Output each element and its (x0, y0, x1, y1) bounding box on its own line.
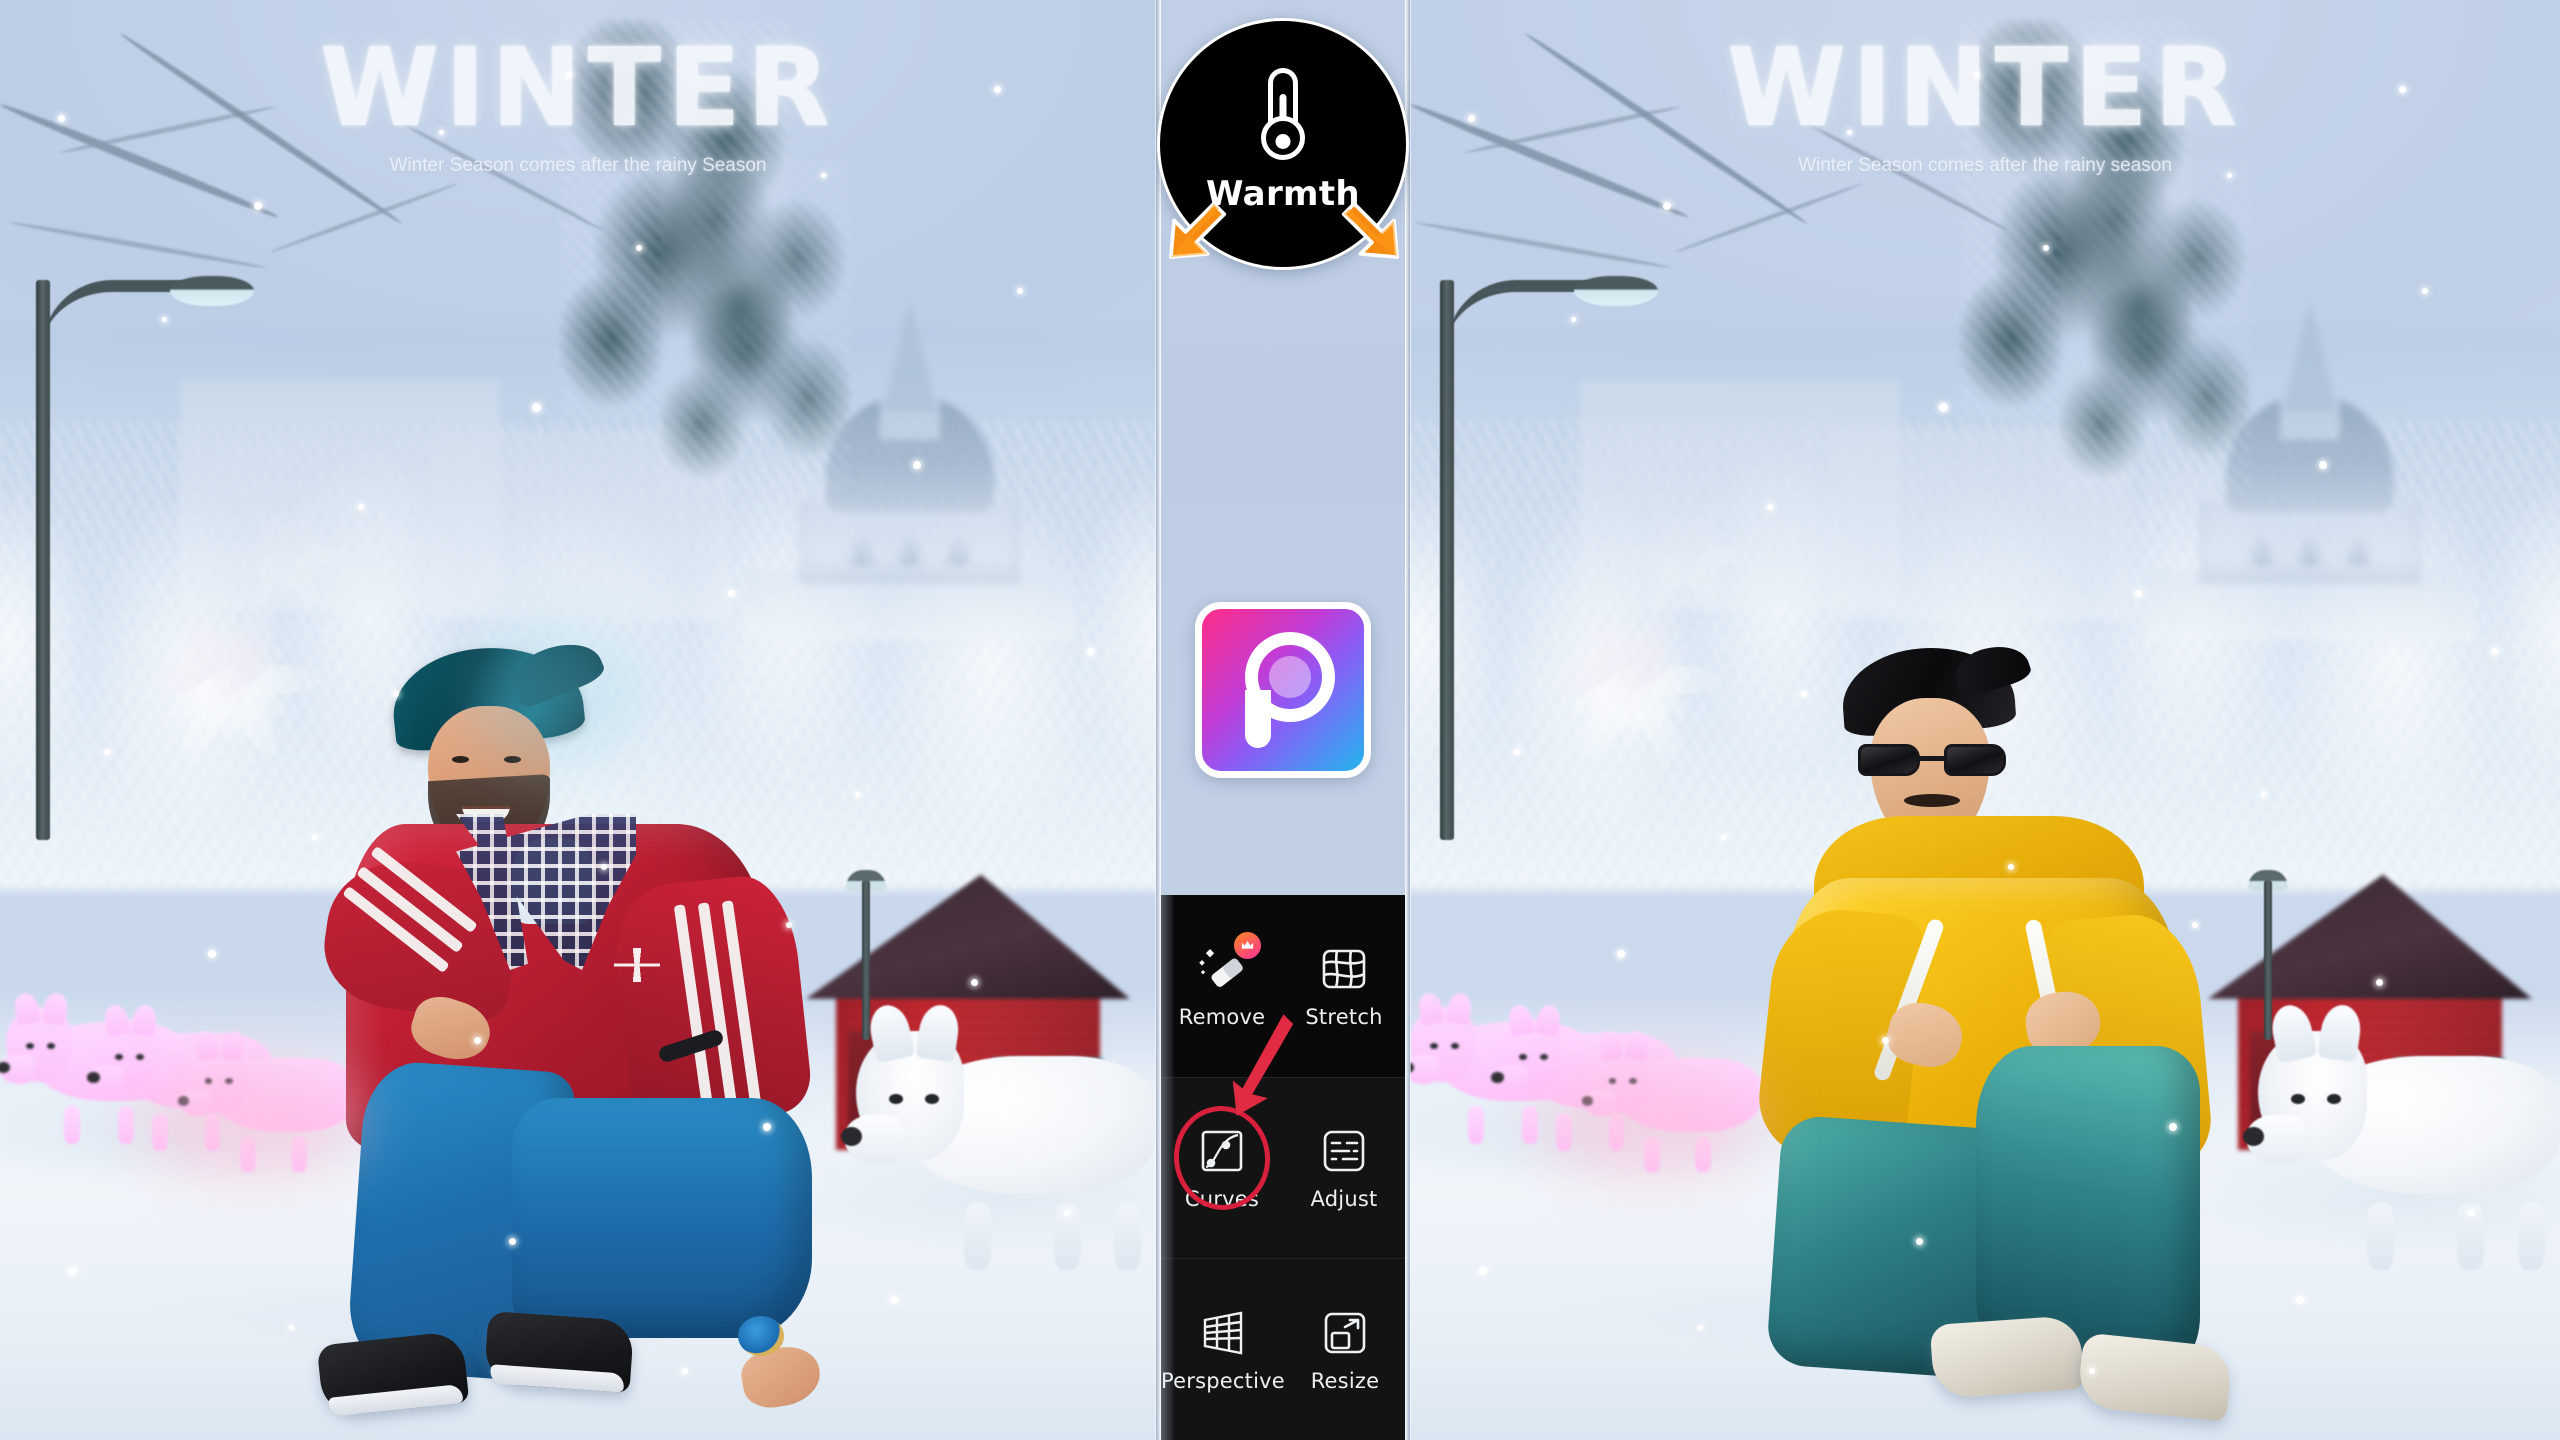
resize-icon (1319, 1307, 1371, 1359)
street-lamp (1440, 276, 1670, 840)
tool-resize[interactable]: Resize (1285, 1259, 1405, 1440)
left-subject-person (316, 638, 825, 1418)
sunglasses (1858, 744, 2006, 778)
after-photo-pane: WINTER Winter Season comes after the rai… (1410, 0, 2560, 1440)
street-lamp (36, 276, 266, 840)
crown-badge (1234, 931, 1261, 959)
tool-adjust[interactable]: Adjust (1283, 1078, 1405, 1259)
tool-perspective[interactable]: Perspective (1161, 1259, 1285, 1440)
right-sneaker (483, 1310, 635, 1394)
blue-jeans-right (512, 1098, 812, 1338)
tool-label: Stretch (1305, 1004, 1383, 1029)
pink-wolf (177, 1029, 356, 1173)
picsart-logo-icon[interactable] (1195, 602, 1371, 778)
page-title: WINTER (1727, 26, 2243, 151)
eye (452, 756, 469, 763)
before-photo-pane: WINTER Winter Season comes after the rai… (0, 0, 1156, 1440)
tool-curves[interactable]: Curves (1161, 1013, 1294, 1259)
white-wolf (841, 1001, 1156, 1270)
white-wolf (2242, 1001, 2560, 1270)
tools-grid: Remove Stretch Curves Adjust Perspective… (1161, 895, 1405, 1440)
tool-label: Adjust (1310, 1186, 1378, 1211)
tool-label: Resize (1310, 1368, 1380, 1393)
evergreen-tree (2060, 160, 2250, 490)
evergreen-tree (660, 160, 850, 490)
left-sneaker (316, 1330, 470, 1418)
tool-stretch[interactable]: Stretch (1283, 895, 1405, 1077)
arrow-down-left-icon (1158, 196, 1232, 270)
wrist-watch (738, 1316, 784, 1356)
thermometer-icon (1254, 68, 1312, 160)
arrow-down-right-icon (1336, 196, 1410, 270)
page-title: WINTER (320, 26, 836, 151)
adidas-logo-icon (614, 948, 660, 982)
right-subject-person (1753, 642, 2260, 1422)
moustache (1904, 794, 1960, 807)
tools-row-2: Curves Adjust (1161, 1013, 1405, 1259)
eraser-sparkle-icon (1196, 931, 1261, 995)
screenshot-root: WINTER Winter Season comes after the rai… (0, 0, 2560, 1440)
left-sneaker (1929, 1314, 2085, 1400)
stretch-grid-icon (1318, 943, 1370, 995)
perspective-icon (1197, 1307, 1249, 1359)
tools-row-perspective-resize: Perspective Resize (1161, 1258, 1405, 1440)
eye (504, 756, 521, 763)
tool-label: Perspective (1161, 1368, 1285, 1393)
center-tool-panel: Warmth Remove Stretch Curves Adjust Pers… (1156, 0, 1410, 1440)
sliders-icon (1318, 1125, 1370, 1177)
page-subtitle: Winter Season comes after the rainy Seas… (389, 155, 767, 176)
pink-wolf (1581, 1029, 1760, 1173)
page-subtitle: Winter Season comes after the rainy seas… (1798, 155, 2172, 176)
